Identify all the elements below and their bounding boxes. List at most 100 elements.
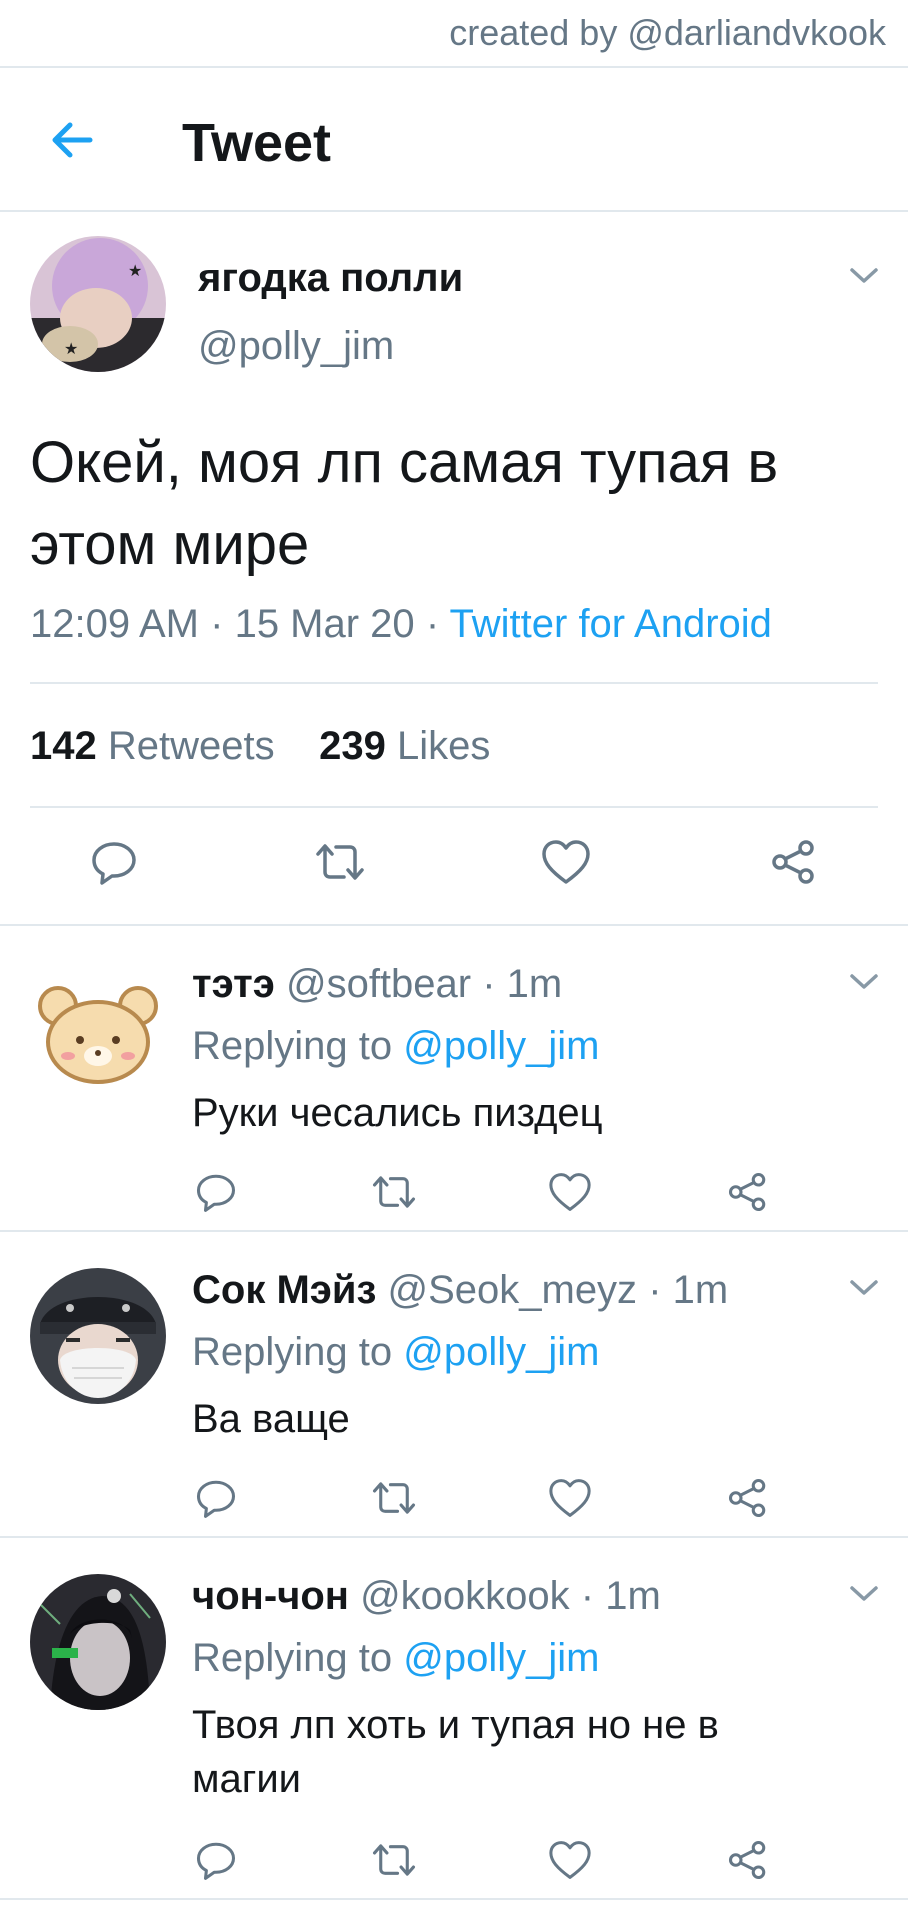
- replying-prefix: Replying to: [192, 1636, 393, 1680]
- reply-author-name[interactable]: тэтэ: [192, 962, 275, 1006]
- meta-separator: ·: [648, 1268, 673, 1312]
- meta-separator: ·: [482, 962, 507, 1006]
- retweet-icon: [372, 1844, 416, 1876]
- like-button[interactable]: [540, 1468, 600, 1528]
- likes-count: 239: [319, 724, 386, 768]
- back-button[interactable]: [36, 110, 108, 170]
- like-button[interactable]: [536, 832, 596, 892]
- author-name[interactable]: ягодка полли: [198, 256, 463, 301]
- retweet-icon: [372, 1176, 416, 1208]
- tweet-meta: 12:09 AM · 15 Mar 20 · Twitter for Andro…: [30, 602, 772, 647]
- reply-time: 1m: [605, 1574, 661, 1618]
- retweet-button[interactable]: [364, 1830, 424, 1890]
- like-button[interactable]: [540, 1162, 600, 1222]
- retweet-icon: [316, 844, 364, 880]
- credit-text: created by @darliandvkook: [449, 12, 886, 53]
- author-handle[interactable]: @polly_jim: [198, 324, 394, 369]
- retweet-button[interactable]: [310, 832, 370, 892]
- top-bar: Tweet: [0, 68, 908, 212]
- tweet-source-link[interactable]: Twitter for Android: [450, 602, 772, 646]
- meta-separator: ·: [580, 1574, 606, 1618]
- page-title: Tweet: [182, 113, 332, 173]
- retweets-stat[interactable]: 142 Retweets: [30, 724, 275, 768]
- reply-time: 1m: [672, 1268, 729, 1312]
- share-button[interactable]: [718, 1830, 778, 1890]
- replying-prefix: Replying to: [192, 1330, 393, 1374]
- divider: [30, 806, 878, 808]
- share-button[interactable]: [718, 1162, 778, 1222]
- tweet-options-button[interactable]: [846, 970, 882, 994]
- reply-icon: [92, 842, 136, 885]
- reply-author-handle[interactable]: @kookkook: [360, 1574, 570, 1618]
- chevron-down-icon: [850, 974, 878, 989]
- main-tweet: ★ ★ ягодка полли @polly_jim Окей, моя лп…: [0, 212, 908, 926]
- reply-button[interactable]: [186, 1162, 246, 1222]
- like-icon: [542, 840, 590, 884]
- retweet-button[interactable]: [364, 1162, 424, 1222]
- back-arrow-icon: [52, 122, 93, 158]
- chevron-down-icon: [850, 1586, 878, 1601]
- share-button[interactable]: [764, 832, 824, 892]
- tweet-options-button[interactable]: [846, 264, 882, 288]
- reply-tweet[interactable]: чон-чон @kookkook · 1m Replying to @poll…: [0, 1538, 908, 1900]
- reply-tweet[interactable]: тэтэ @softbear · 1m Replying to @polly_j…: [0, 926, 908, 1232]
- likes-label: Likes: [396, 724, 491, 768]
- svg-text:★: ★: [64, 341, 78, 358]
- reply-author-handle[interactable]: @softbear: [286, 962, 471, 1006]
- reply-icon: [196, 1480, 236, 1518]
- svg-text:★: ★: [128, 263, 142, 280]
- tweet-options-button[interactable]: [846, 1582, 882, 1606]
- reply-author-name[interactable]: Сок Мэйз: [192, 1268, 376, 1312]
- retweets-label: Retweets: [107, 724, 275, 768]
- reply-author-handle[interactable]: @Seok_meyz: [387, 1268, 637, 1312]
- like-icon: [549, 1841, 591, 1879]
- reply-text: Руки чесались пиздец: [192, 1091, 603, 1135]
- reply-button[interactable]: [84, 832, 144, 892]
- likes-stat[interactable]: 239 Likes: [319, 724, 490, 768]
- share-icon: [728, 1840, 766, 1880]
- share-icon: [728, 1478, 766, 1518]
- reply-tweet[interactable]: Сок Мэйз @Seok_meyz · 1m Replying to @po…: [0, 1232, 908, 1538]
- reply-header: чон-чон @kookkook · 1m: [192, 1574, 661, 1619]
- reply-author-name[interactable]: чон-чон: [192, 1574, 349, 1618]
- reply-text: Ва ваще: [192, 1397, 350, 1441]
- retweet-button[interactable]: [364, 1468, 424, 1528]
- reply-header: Сок Мэйз @Seok_meyz · 1m: [192, 1268, 728, 1313]
- reply-time: 1m: [506, 962, 563, 1006]
- reply-text: Твоя лп хоть и тупая но не в магии: [192, 1703, 719, 1801]
- reply-header: тэтэ @softbear · 1m: [192, 962, 562, 1007]
- avatar[interactable]: [30, 1574, 166, 1710]
- retweet-icon: [372, 1482, 416, 1514]
- chevron-down-icon: [850, 268, 878, 283]
- reply-button[interactable]: [186, 1830, 246, 1890]
- replying-to: Replying to @polly_jim: [192, 1024, 599, 1069]
- tweet-text: Окей, моя лп самая тупая в этом мире: [30, 430, 779, 577]
- replying-to: Replying to @polly_jim: [192, 1636, 599, 1681]
- divider: [30, 682, 878, 684]
- share-icon: [728, 1172, 766, 1212]
- replying-to: Replying to @polly_jim: [192, 1330, 599, 1375]
- tweet-stats: 142 Retweets 239 Likes: [30, 724, 490, 769]
- retweets-count: 142: [30, 724, 97, 768]
- reply-button[interactable]: [186, 1468, 246, 1528]
- replying-to-mention[interactable]: @polly_jim: [403, 1330, 599, 1374]
- share-button[interactable]: [718, 1468, 778, 1528]
- tweet-date: 15 Mar 20: [234, 602, 415, 646]
- app-root: created by @darliandvkook Tweet ★ ★ ягод…: [0, 0, 908, 1920]
- avatar[interactable]: ★ ★: [30, 236, 166, 372]
- tweet-time: 12:09 AM: [30, 602, 200, 646]
- avatar[interactable]: [30, 1268, 166, 1404]
- replying-to-mention[interactable]: @polly_jim: [403, 1024, 599, 1068]
- reply-icon: [196, 1174, 236, 1212]
- tweet-options-button[interactable]: [846, 1276, 882, 1300]
- like-button[interactable]: [540, 1830, 600, 1890]
- like-icon: [549, 1173, 591, 1211]
- avatar[interactable]: [30, 962, 166, 1098]
- like-icon: [549, 1479, 591, 1517]
- meta-separator: ·: [210, 602, 235, 646]
- replying-prefix: Replying to: [192, 1024, 393, 1068]
- replying-to-mention[interactable]: @polly_jim: [403, 1636, 599, 1680]
- share-icon: [772, 840, 814, 884]
- credit-banner: created by @darliandvkook: [0, 0, 908, 68]
- chevron-down-icon: [850, 1280, 878, 1295]
